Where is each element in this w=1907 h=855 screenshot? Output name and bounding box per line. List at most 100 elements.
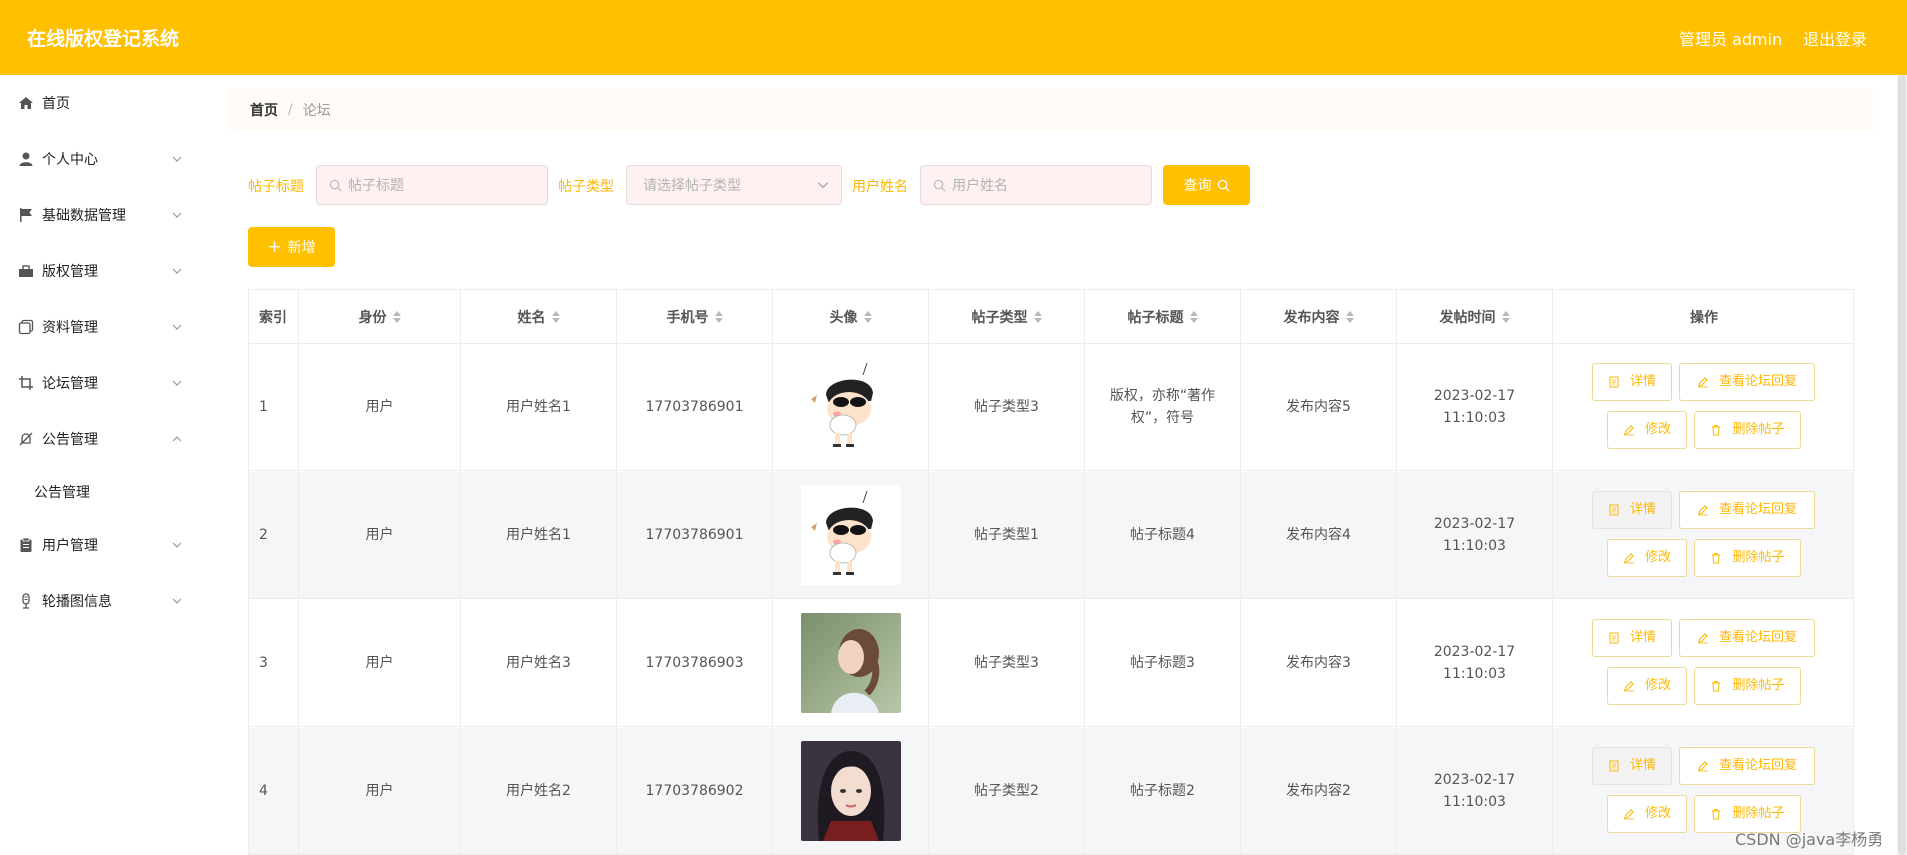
sort-icon[interactable] — [1033, 310, 1042, 324]
chevron-down-icon — [172, 380, 182, 386]
avatar-image[interactable] — [800, 357, 901, 457]
header-phone[interactable]: 手机号 — [617, 290, 773, 344]
cell-phone: 17703786901 — [617, 344, 773, 470]
trash-icon — [1710, 424, 1727, 436]
edit-button[interactable]: 修改 — [1607, 411, 1687, 449]
app-title: 在线版权登记系统 — [27, 28, 180, 50]
detail-button-label: 详情 — [1629, 758, 1656, 773]
view-reply-button[interactable]: 查看论坛回复 — [1679, 363, 1815, 401]
sidebar-item-label: 论坛管理 — [42, 376, 98, 392]
header-ops: 操作 — [1553, 290, 1853, 344]
header-ops-label: 操作 — [1690, 310, 1718, 326]
view-reply-button[interactable]: 查看论坛回复 — [1679, 491, 1815, 529]
cell-title: 帖子标题4 — [1085, 472, 1241, 598]
type-select-placeholder: 请选择帖子类型 — [643, 178, 741, 194]
current-user-label: 管理员 admin — [1679, 30, 1783, 49]
clipboard-icon — [18, 537, 34, 553]
edit-icon — [1623, 424, 1640, 436]
delete-button[interactable]: 删除帖子 — [1694, 539, 1801, 577]
sidebar-subitem-label: 公告管理 — [34, 485, 90, 501]
sidebar-item-basic-data[interactable]: 基础数据管理 — [0, 187, 200, 243]
cell-avatar — [773, 344, 929, 470]
avatar-image[interactable] — [800, 485, 901, 585]
breadcrumb-home[interactable]: 首页 — [250, 100, 278, 120]
sidebar-item-carousel[interactable]: 轮播图信息 — [0, 573, 200, 629]
cell-index: 1 — [249, 344, 299, 470]
search-icon — [329, 179, 342, 191]
header-content[interactable]: 发布内容 — [1241, 290, 1397, 344]
trash-icon — [1710, 552, 1727, 564]
header-title[interactable]: 帖子标题 — [1085, 290, 1241, 344]
sidebar-item-users[interactable]: 用户管理 — [0, 517, 200, 573]
cell-type: 帖子类型3 — [929, 600, 1085, 726]
title-search-input[interactable]: 帖子标题 — [316, 165, 548, 205]
cell-index: 3 — [249, 600, 299, 726]
plus-icon: + — [267, 236, 282, 257]
cell-time-text: 2023-02-17 11:10:03 — [1433, 388, 1516, 426]
cell-phone-text: 17703786903 — [645, 655, 744, 671]
cell-avatar — [773, 728, 929, 854]
cell-title: 版权，亦称“著作权”，符号 — [1085, 344, 1241, 470]
header-role[interactable]: 身份 — [299, 290, 461, 344]
table-row: 2 用户 用户姓名1 17703786901 帖子类型1 帖子标题4 发布内容4 2023-… — [249, 472, 1853, 599]
breadcrumb-separator: / — [288, 102, 293, 118]
cell-time: 2023-02-17 11:10:03 — [1397, 728, 1553, 854]
edit-button[interactable]: 修改 — [1607, 539, 1687, 577]
sidebar-item-profile[interactable]: 个人中心 — [0, 131, 200, 187]
sort-icon[interactable] — [1189, 310, 1198, 324]
edit-button[interactable]: 修改 — [1607, 795, 1687, 833]
delete-button[interactable]: 删除帖子 — [1694, 411, 1801, 449]
crop-icon — [18, 375, 34, 391]
detail-button[interactable]: 详情 — [1592, 619, 1672, 657]
sort-icon[interactable] — [714, 310, 723, 324]
sort-icon[interactable] — [1501, 310, 1510, 324]
scrollbar-thumb[interactable] — [1898, 75, 1906, 855]
delete-button[interactable]: 删除帖子 — [1694, 667, 1801, 705]
sidebar-item-materials[interactable]: 资料管理 — [0, 299, 200, 355]
sort-icon[interactable] — [392, 310, 401, 324]
delete-button-label: 删除帖子 — [1732, 806, 1785, 821]
header-type[interactable]: 帖子类型 — [929, 290, 1085, 344]
logout-button[interactable]: 退出登录 — [1803, 26, 1867, 50]
user-icon — [18, 151, 34, 167]
sort-icon[interactable] — [863, 310, 872, 324]
header-type-label: 帖子类型 — [971, 310, 1028, 326]
cell-name-text: 用户姓名1 — [506, 527, 571, 543]
view-reply-button[interactable]: 查看论坛回复 — [1679, 747, 1815, 785]
sidebar-item-home[interactable]: 首页 — [0, 75, 200, 131]
cell-ops: 详情 查看论坛回复修改 删除帖子 — [1553, 344, 1853, 470]
delete-button-label: 删除帖子 — [1732, 550, 1785, 565]
search-icon — [933, 179, 946, 191]
sidebar-item-label: 轮播图信息 — [42, 594, 112, 610]
header-time[interactable]: 发帖时间 — [1397, 290, 1553, 344]
cell-name: 用户姓名1 — [461, 472, 617, 598]
sort-icon[interactable] — [1345, 310, 1354, 324]
detail-button[interactable]: 详情 — [1592, 363, 1672, 401]
name-search-input[interactable]: 用户姓名 — [920, 165, 1152, 205]
cell-title: 帖子标题2 — [1085, 728, 1241, 854]
sort-icon[interactable] — [551, 310, 560, 324]
search-button[interactable]: 查询 — [1163, 165, 1250, 205]
avatar-image[interactable] — [800, 613, 901, 713]
table-row: 4 用户 用户姓名2 17703786902 帖子类型2 帖子标题2 发布内容2 2023-… — [249, 728, 1853, 855]
sidebar-item-forum[interactable]: 论坛管理 — [0, 355, 200, 411]
view-reply-button-label: 查看论坛回复 — [1718, 502, 1797, 517]
sidebar-item-notice[interactable]: 公告管理 — [0, 411, 200, 467]
sidebar-subitem-notice-manage[interactable]: 公告管理 — [0, 467, 200, 517]
view-reply-button[interactable]: 查看论坛回复 — [1679, 619, 1815, 657]
cell-content: 发布内容5 — [1241, 344, 1397, 470]
detail-button[interactable]: 详情 — [1592, 491, 1672, 529]
sidebar-item-copyright[interactable]: 版权管理 — [0, 243, 200, 299]
cell-phone-text: 17703786902 — [645, 783, 744, 799]
header-avatar[interactable]: 头像 — [773, 290, 929, 344]
edit-button[interactable]: 修改 — [1607, 667, 1687, 705]
copy-icon — [18, 319, 34, 335]
avatar-image[interactable] — [800, 741, 901, 841]
type-select[interactable]: 请选择帖子类型 — [626, 165, 842, 205]
detail-button[interactable]: 详情 — [1592, 747, 1672, 785]
header-name[interactable]: 姓名 — [461, 290, 617, 344]
add-button[interactable]: + 新增 — [248, 227, 335, 267]
header-title-label: 帖子标题 — [1127, 310, 1184, 326]
cell-index-text: 1 — [259, 399, 268, 415]
header-time-label: 发帖时间 — [1439, 310, 1496, 326]
